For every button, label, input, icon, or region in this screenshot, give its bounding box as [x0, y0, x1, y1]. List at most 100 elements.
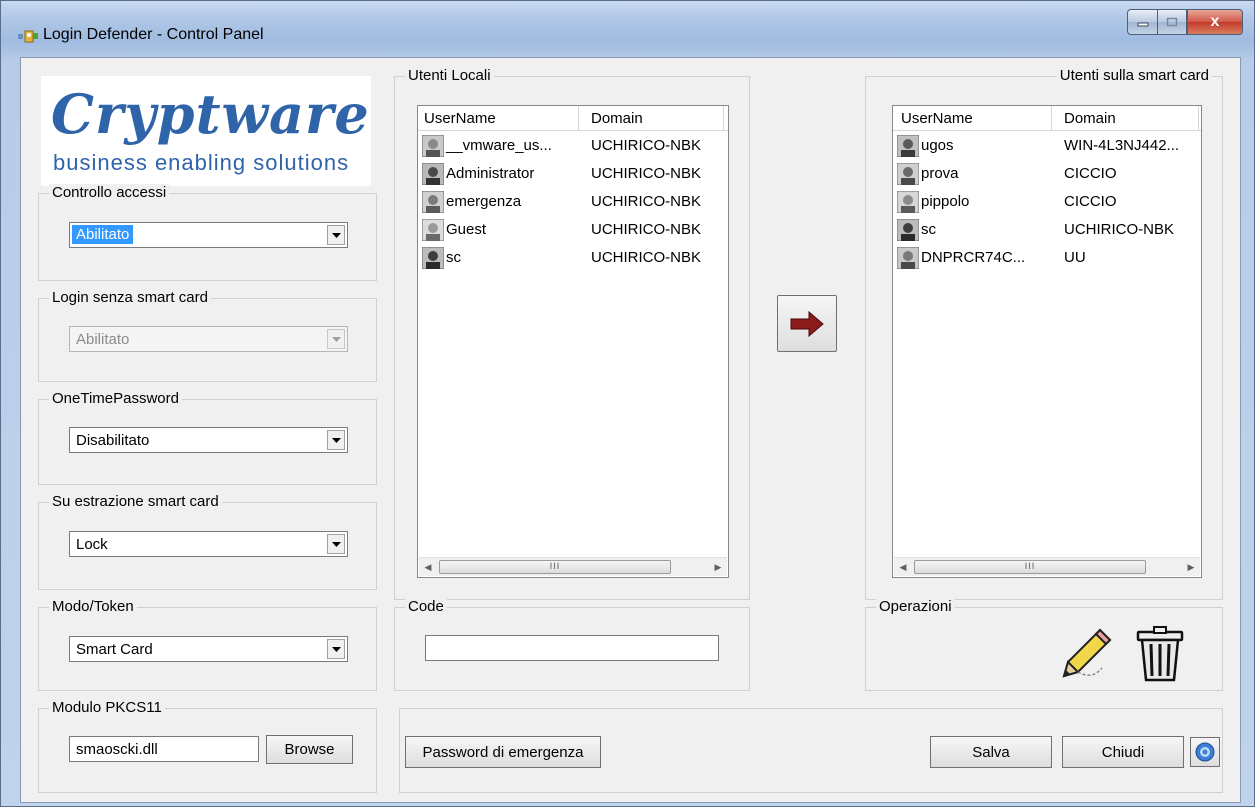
maximize-icon — [1166, 17, 1178, 27]
help-button[interactable] — [1190, 737, 1220, 767]
scroll-left-icon[interactable]: ◀ — [894, 558, 912, 576]
transfer-to-card-button[interactable] — [777, 295, 837, 352]
password-emergenza-button[interactable]: Password di emergenza — [405, 736, 601, 768]
user-avatar-icon — [422, 247, 444, 269]
column-divider[interactable] — [1051, 106, 1052, 130]
edit-button[interactable] — [1056, 624, 1114, 684]
delete-button[interactable] — [1134, 626, 1186, 682]
user-avatar-icon — [897, 219, 919, 241]
cell-username: sc — [446, 249, 461, 266]
utenti-smart-card-list[interactable]: UserName Domain ugos WIN-4L3NJ442... pro… — [892, 105, 1202, 578]
user-avatar-icon — [422, 219, 444, 241]
horizontal-scrollbar[interactable]: ◀ III ▶ — [419, 557, 727, 576]
cell-username: prova — [921, 165, 959, 182]
otp-select[interactable]: Disabilitato — [69, 427, 348, 453]
group-label: Login senza smart card — [49, 289, 211, 307]
group-label: Code — [405, 598, 447, 616]
minimize-button[interactable] — [1127, 9, 1157, 35]
horizontal-scrollbar[interactable]: ◀ III ▶ — [894, 557, 1200, 576]
group-label: Controllo accessi — [49, 184, 170, 202]
group-label: Modo/Token — [49, 598, 137, 616]
app-icon — [18, 30, 38, 43]
user-avatar-icon — [897, 135, 919, 157]
list-item[interactable]: emergenza UCHIRICO-NBK — [418, 189, 728, 217]
column-divider[interactable] — [578, 106, 579, 130]
cell-username: __vmware_us... — [446, 137, 552, 154]
estrazione-select[interactable]: Lock — [69, 531, 348, 557]
user-avatar-icon — [422, 135, 444, 157]
close-button[interactable]: x — [1187, 9, 1243, 35]
browse-button[interactable]: Browse — [266, 735, 353, 764]
cell-domain: UCHIRICO-NBK — [1064, 221, 1175, 238]
column-header-domain[interactable]: Domain — [1064, 110, 1116, 127]
code-group: Code — [394, 598, 750, 691]
chevron-down-icon[interactable] — [327, 639, 345, 659]
estrazione-group: Su estrazione smart card Lock — [38, 493, 377, 590]
column-divider[interactable] — [1198, 106, 1199, 130]
cryptware-logo: Cryptware business enabling solutions — [41, 76, 371, 186]
chiudi-button[interactable]: Chiudi — [1062, 736, 1184, 768]
window-title: Login Defender - Control Panel — [43, 26, 264, 43]
salva-button[interactable]: Salva — [930, 736, 1052, 768]
help-icon — [1195, 742, 1215, 762]
group-label: Operazioni — [876, 598, 955, 616]
utenti-locali-list[interactable]: UserName Domain __vmware_us... UCHIRICO-… — [417, 105, 729, 578]
column-header-username[interactable]: UserName — [901, 110, 973, 127]
cell-username: emergenza — [446, 193, 522, 210]
selected-value: Disabilitato — [76, 432, 150, 449]
cell-username: DNPRCR74C... — [921, 249, 1026, 266]
logo-brand: Cryptware — [51, 82, 370, 146]
chevron-down-icon[interactable] — [327, 534, 345, 554]
list-item[interactable]: DNPRCR74C... UU — [893, 245, 1201, 273]
otp-group: OneTimePassword Disabilitato — [38, 390, 377, 485]
selected-value: Abilitato — [76, 331, 130, 348]
scroll-right-icon[interactable]: ▶ — [1182, 558, 1200, 576]
utenti-smart-card-group: Utenti sulla smart card UserName Domain … — [865, 67, 1223, 600]
bottom-actions-group: Password di emergenza Salva Chiudi — [399, 708, 1223, 793]
user-avatar-icon — [897, 191, 919, 213]
user-avatar-icon — [422, 163, 444, 185]
column-divider[interactable] — [723, 106, 724, 130]
pkcs11-module-input[interactable]: smaoscki.dll — [69, 736, 259, 762]
utenti-locali-group: Utenti Locali UserName Domain __vmware_u… — [394, 67, 750, 600]
list-item[interactable]: __vmware_us... UCHIRICO-NBK — [418, 133, 728, 161]
list-item[interactable]: sc UCHIRICO-NBK — [418, 245, 728, 273]
close-icon: x — [1210, 13, 1220, 30]
chevron-down-icon[interactable] — [327, 430, 345, 450]
column-header-username[interactable]: UserName — [424, 110, 496, 127]
list-item[interactable]: Administrator UCHIRICO-NBK — [418, 161, 728, 189]
list-header: UserName Domain — [893, 106, 1201, 131]
modo-token-select[interactable]: Smart Card — [69, 636, 348, 662]
cell-domain: UCHIRICO-NBK — [591, 221, 702, 238]
list-item[interactable]: ugos WIN-4L3NJ442... — [893, 133, 1201, 161]
controllo-accessi-group: Controllo accessi Abilitato — [38, 184, 377, 281]
selected-value: Lock — [76, 536, 108, 553]
login-senza-smart-card-select[interactable]: Abilitato — [69, 326, 348, 352]
user-avatar-icon — [897, 247, 919, 269]
trash-icon — [1136, 626, 1184, 682]
title-bar[interactable]: Login Defender - Control Panel x — [1, 1, 1254, 55]
cell-domain: UCHIRICO-NBK — [591, 165, 702, 182]
maximize-button[interactable] — [1157, 9, 1187, 35]
list-item[interactable]: sc UCHIRICO-NBK — [893, 217, 1201, 245]
client-area: Cryptware business enabling solutions Co… — [20, 57, 1241, 803]
scrollbar-thumb[interactable]: III — [439, 560, 671, 574]
controllo-accessi-select[interactable]: Abilitato — [69, 222, 348, 248]
window-controls: x — [1127, 9, 1243, 35]
scroll-right-icon[interactable]: ▶ — [709, 558, 727, 576]
pencil-icon — [1062, 628, 1112, 678]
chevron-down-icon[interactable] — [327, 225, 345, 245]
chevron-down-icon[interactable] — [327, 329, 345, 349]
list-item[interactable]: pippolo CICCIO — [893, 189, 1201, 217]
cell-domain: UCHIRICO-NBK — [591, 249, 702, 266]
column-header-domain[interactable]: Domain — [591, 110, 643, 127]
scroll-left-icon[interactable]: ◀ — [419, 558, 437, 576]
logo-tagline: business enabling solutions — [53, 150, 350, 175]
code-input[interactable] — [425, 635, 719, 661]
cell-username: sc — [921, 221, 936, 238]
scrollbar-thumb[interactable]: III — [914, 560, 1146, 574]
pkcs11-group: Modulo PKCS11 smaoscki.dll Browse — [38, 699, 377, 793]
cell-username: Administrator — [446, 165, 535, 182]
list-item[interactable]: prova CICCIO — [893, 161, 1201, 189]
list-item[interactable]: Guest UCHIRICO-NBK — [418, 217, 728, 245]
